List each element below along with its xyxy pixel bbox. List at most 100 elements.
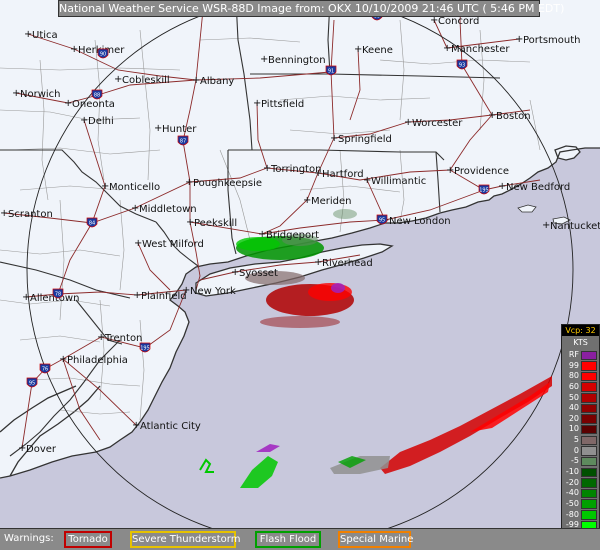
echo-red-core [308,283,352,301]
city-new-london: +New London [381,215,451,227]
highway-label: 87 [180,139,186,145]
city-syosset: + Syosset [231,267,278,279]
legend-row: -40 [562,488,599,499]
legend-row: 5 [562,435,599,446]
city-providence: + Providence [446,165,509,177]
city-label: Keene [362,45,393,56]
legend-swatch [581,350,597,360]
city-keene: + Keene [354,44,393,56]
legend-swatch [581,488,597,499]
city-label: New London [389,216,451,227]
legend-swatch [581,361,597,371]
highway-shield-icon: 91 [325,65,337,76]
city-manchester: + Manchester [443,43,510,55]
city-peekskill: + Peekskill [186,217,237,229]
legend-value-label: -20 [565,477,579,487]
highway-shield-icon: 87 [177,135,189,146]
city-trenton: + Trenton [97,332,142,344]
highway-label: 76 [42,367,48,373]
legend-row: -80 [562,510,599,521]
legend-swatch [581,446,597,456]
city-torrington: + Torrington [263,163,321,175]
city-label: Providence [454,166,509,177]
city-label: Riverhead [322,258,373,269]
legend-swatch [581,403,597,414]
legend-value-label: 20 [568,413,579,423]
legend-swatch [581,467,597,478]
city-label: Norwich [20,89,61,100]
city-label: Monticello [109,182,160,193]
highway-label: 195 [479,188,489,194]
city-label: Delhi [88,116,114,127]
city-label: Middletown [139,204,197,215]
legend-swatch [581,424,597,435]
city-utica: + Utica [24,29,58,41]
legend-swatch [581,435,597,446]
city-label: Pittsfield [261,99,304,110]
highway-label: 91 [328,69,334,75]
special-marine-warning-key: Special Marine [338,531,413,548]
city-label: Trenton [104,333,142,344]
city-riverhead: + Riverhead [314,257,373,269]
city-label: Nantucket [550,221,600,232]
city-label: Utica [32,30,58,41]
city-label: Peekskill [194,218,237,229]
legend-value-label: 60 [568,381,579,391]
city-atlantic-city: + Atlantic City [132,420,201,432]
legend-row: 10 [562,424,599,435]
city-label: Poughkeepsie [193,178,262,189]
city-label: Scranton [8,209,53,220]
legend-row: -50 [562,499,599,510]
legend-swatch [581,393,597,403]
highway-shield-icon: 195 [139,342,151,353]
radar-viewer: +Utica +Herkimer +Bennington +Keene +Manches… [0,0,600,550]
city-bridgeport: + Bridgeport [258,229,319,241]
highway-label: 93 [459,63,465,69]
legend-swatch [581,510,597,520]
city-label: Atlantic City [140,421,201,432]
city-label: Worcester [412,118,463,129]
legend-row: 99 [562,361,599,372]
city-nantucket: + Nantucket [542,220,600,232]
legend-value-label: 80 [568,371,579,381]
city-label: Dover [26,444,57,455]
legend-row: 80 [562,371,599,382]
city-oneonta: + Oneonta [64,98,115,110]
highway-label: 90 [100,52,106,58]
city-delhi: + Delhi [80,115,114,127]
city-label: Willimantic [371,176,426,187]
legend-value-label: 0 [573,445,579,455]
city-cobleskill: + Cobleskill [114,74,170,86]
legend-value-label: -10 [565,467,579,477]
city-label: Meriden [311,196,352,207]
highway-label: 78 [55,292,61,298]
city-label: Manchester [451,44,510,55]
legend-row: 60 [562,382,599,393]
legend-row: 20 [562,414,599,425]
highway-shield-icon: 78 [52,288,64,299]
echo-light-ct [333,209,357,219]
legend-row: -5 [562,456,599,467]
highway-shield-icon: 195 [478,184,490,195]
city-middletown: + Middletown [131,203,197,215]
warnings-bar: Warnings: Tornado Severe Thunderstorm Fl… [0,528,600,550]
severe-thunderstorm-warning-key: Severe Thunderstorm [130,531,240,548]
legend-row: 50 [562,393,599,404]
city-philadelphia: + Philadelphia [59,354,128,366]
highway-shield-icon: 95 [26,377,38,388]
highway-label: 95 [29,381,35,387]
city-monticello: + Monticello [101,181,160,193]
city-label: Portsmouth [523,35,581,46]
city-bennington: + Bennington [260,54,326,66]
city-label: West Milford [142,239,204,250]
city-label: Philadelphia [67,355,128,366]
legend-value-label: RF [568,350,579,359]
legend-swatch [581,478,597,488]
legend-swatch [581,371,597,382]
legend-value-label: 50 [568,392,579,402]
highway-shield-icon: 84 [86,217,98,228]
city-label: Albany [200,76,234,87]
city-dover: + Dover [18,443,57,455]
city-label: Hartford [322,169,364,180]
city-meriden: + Meriden [303,195,352,207]
